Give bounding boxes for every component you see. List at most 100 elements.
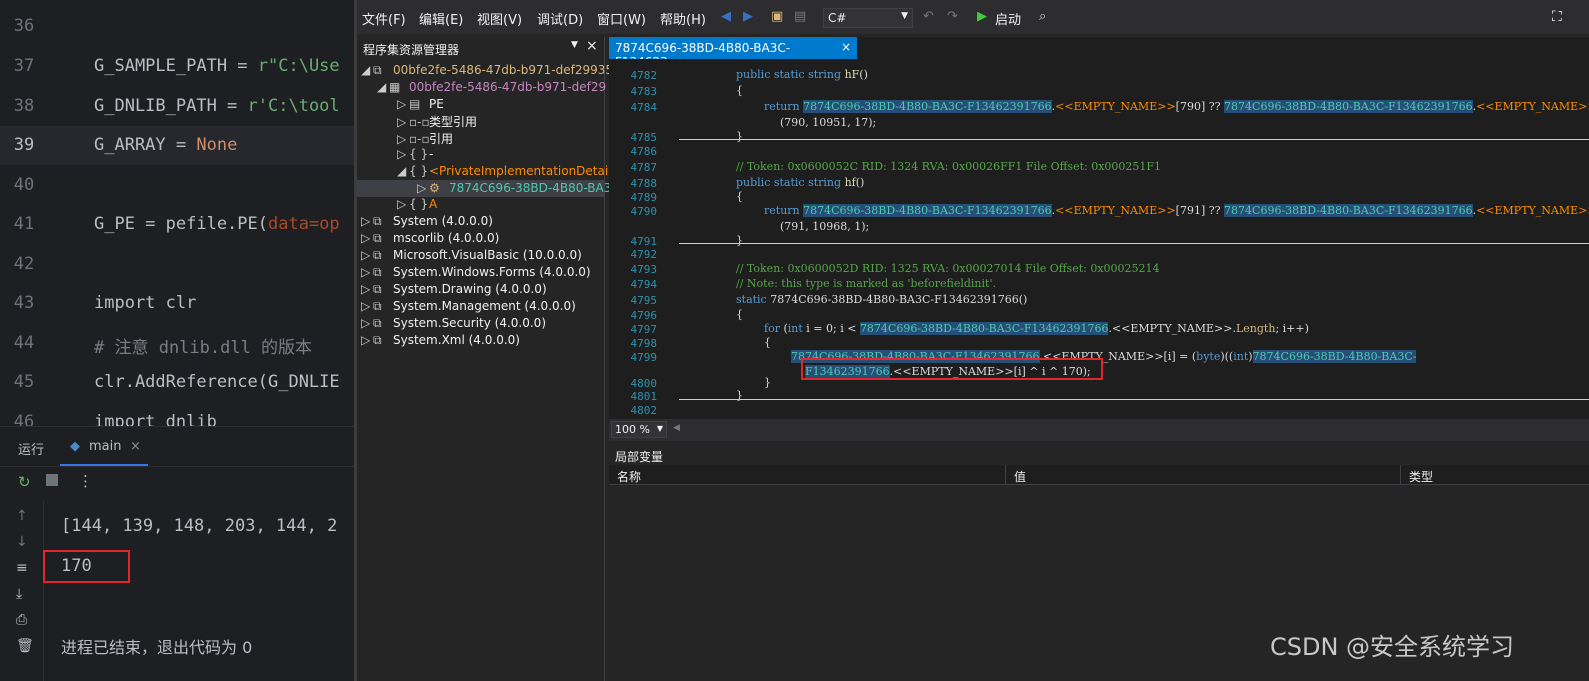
undo-icon[interactable]: ↶ <box>923 9 934 24</box>
tree-node[interactable]: ▷ ⧉ System.Management (4.0.0.0) <box>361 299 576 314</box>
run-config-tab[interactable]: main <box>89 439 121 454</box>
column-type[interactable]: 类型 <box>1409 468 1433 485</box>
line-number: 4801 <box>630 390 658 403</box>
menu-debug[interactable]: 调试(D) <box>537 9 583 28</box>
line-number: 42 <box>13 254 35 274</box>
arrow-up-icon[interactable]: ↑ <box>16 508 28 524</box>
code-line: G_SAMPLE_PATH = r"C:\Use <box>94 56 340 76</box>
code-comment: // Note: this type is marked as 'beforef… <box>736 277 996 290</box>
code-view[interactable]: 4782 public static string hF() 4783 { 47… <box>609 59 1589 419</box>
menu-help[interactable]: 帮助(H) <box>660 9 706 28</box>
document-tab[interactable]: 7874C696-38BD-4B80-BA3C-F134623...× <box>609 37 857 69</box>
column-name[interactable]: 名称 <box>617 468 641 485</box>
run-tab-label[interactable]: 运行 <box>18 439 44 458</box>
namespace-icon: { } <box>409 164 429 178</box>
menu-file[interactable]: 文件(F) <box>362 9 406 28</box>
menu-window[interactable]: 窗口(W) <box>597 9 646 28</box>
line-number: 4799 <box>630 351 658 364</box>
code-comment: // Token: 0x0600052D RID: 1325 RVA: 0x00… <box>736 262 1160 275</box>
start-button[interactable]: 启动 <box>995 9 1021 28</box>
close-icon[interactable]: × <box>130 439 141 454</box>
assembly-icon: ⧉ <box>373 63 382 77</box>
line-number: 4796 <box>630 309 658 322</box>
menu-edit[interactable]: 编辑(E) <box>419 9 463 28</box>
line-number: 39 <box>13 135 35 155</box>
tree-node[interactable]: ▷{ }A <box>397 197 437 211</box>
menu-bar: 文件(F) 编辑(E) 视图(V) 调试(D) 窗口(W) 帮助(H) ◀ ▶ … <box>357 0 1589 34</box>
code-line: return 7874C696-38BD-4B80-BA3C-F13462391… <box>764 204 1589 217</box>
scroll-left-icon[interactable]: ◀ <box>673 423 680 433</box>
save-icon[interactable]: ▤ <box>794 9 806 24</box>
trash-icon[interactable]: 🗑 <box>16 638 34 654</box>
separator <box>679 243 1589 244</box>
highlight-box <box>801 358 1103 380</box>
zoom-bar: 100 % ▼ ◀ <box>609 419 1589 441</box>
tree-node[interactable]: ▷ ⧉ mscorlib (4.0.0.0) <box>361 231 499 246</box>
tree-node[interactable]: ◢ ▦ 00bfe2fe-5486-47db-b971-def29 <box>377 80 606 94</box>
open-folder-icon[interactable]: ▣ <box>771 9 783 24</box>
language-select[interactable]: C# ▼ <box>823 8 913 28</box>
play-icon[interactable]: ▶ <box>977 9 987 24</box>
run-toolbar: ↻ ⋮ <box>0 466 354 500</box>
line-number: 40 <box>13 175 35 195</box>
line-number: 37 <box>13 56 35 76</box>
redo-icon[interactable]: ↷ <box>947 9 958 24</box>
line-number: 4802 <box>630 404 658 417</box>
arrow-down-icon[interactable]: ↓ <box>16 534 28 550</box>
tree-node[interactable]: ▷ ⧉ System.Windows.Forms (4.0.0.0) <box>361 265 591 280</box>
tree-node[interactable]: ▷ ▫-▫引用 <box>397 130 453 147</box>
assembly-icon: ⧉ <box>373 316 382 330</box>
column-divider[interactable] <box>1400 465 1401 485</box>
line-number: 4793 <box>630 263 658 276</box>
python-editor[interactable]: 36 37 38 39 40 41 42 43 44 45 46 G_SAMPL… <box>0 0 354 426</box>
dnspy-window: 文件(F) 编辑(E) 视图(V) 调试(D) 窗口(W) 帮助(H) ◀ ▶ … <box>354 0 1589 681</box>
soft-wrap-icon[interactable]: ≡ <box>16 560 28 576</box>
tree-node[interactable]: ◢ ⧉ 00bfe2fe-5486-47db-b971-def29935 <box>361 63 613 78</box>
dropdown-icon[interactable]: ▼ <box>571 40 578 50</box>
rerun-icon[interactable]: ↻ <box>18 473 31 491</box>
tree-node[interactable]: ▷ ⧉ System.Xml (4.0.0.0) <box>361 333 520 348</box>
tree-node-selected[interactable]: ▷ ⚙ 7874C696-38BD-4B80-BA3 <box>417 181 611 195</box>
console-exit-message: 进程已结束，退出代码为 0 <box>61 638 253 657</box>
chevron-down-icon: ▼ <box>901 11 908 21</box>
more-icon[interactable]: ⋮ <box>78 472 93 490</box>
line-number: 46 <box>13 412 35 426</box>
tree-node[interactable]: ▷{ }- <box>397 147 433 161</box>
tree-node[interactable]: ◢{ }<PrivateImplementationDetail <box>397 164 612 178</box>
panel-title: 程序集资源管理器 <box>363 43 460 57</box>
column-divider[interactable] <box>1005 465 1006 485</box>
menu-view[interactable]: 视图(V) <box>477 9 522 28</box>
tree-node[interactable]: ▷ ⧉ Microsoft.VisualBasic (10.0.0.0) <box>361 248 582 263</box>
separator <box>679 399 1589 400</box>
search-icon[interactable]: ⌕ <box>1039 9 1046 24</box>
assembly-icon: ⧉ <box>373 248 382 262</box>
zoom-select[interactable]: 100 % ▼ <box>611 421 667 438</box>
column-value[interactable]: 值 <box>1014 468 1026 485</box>
capture-icon[interactable]: ⛶ <box>1552 9 1562 25</box>
module-icon: ▦ <box>389 80 401 94</box>
scroll-to-end-icon[interactable]: ⤓ <box>16 586 22 602</box>
close-icon[interactable]: × <box>586 38 598 54</box>
tree-node[interactable]: ▷ ⧉ System.Drawing (4.0.0.0) <box>361 282 547 297</box>
line-number: 4792 <box>630 248 658 261</box>
watermark: CSDN @安全系统学习 <box>1270 633 1515 661</box>
stop-icon[interactable] <box>46 474 58 486</box>
type-ref-icon: ▫-▫ <box>409 115 430 129</box>
tree-node[interactable]: ▷ ▫-▫类型引用 <box>397 113 477 130</box>
code-line: } <box>736 234 743 247</box>
tree-node[interactable]: ▷ ⧉ System.Security (4.0.0.0) <box>361 316 546 331</box>
close-icon[interactable]: × <box>841 40 851 54</box>
tree-node[interactable]: ▷ ⧉ System (4.0.0.0) <box>361 214 493 229</box>
code-line: (790, 10951, 17); <box>780 116 877 129</box>
namespace-icon: { } <box>409 197 429 211</box>
tree-node[interactable]: ▷ ▤ PE <box>397 97 444 111</box>
back-icon[interactable]: ◀ <box>721 9 731 24</box>
forward-icon[interactable]: ▶ <box>743 9 753 24</box>
code-line: } <box>736 389 743 402</box>
assembly-explorer-header: 程序集资源管理器 ▼ × <box>357 37 604 59</box>
code-line: G_ARRAY = None <box>94 135 238 155</box>
print-icon[interactable]: ⎙ <box>16 612 27 628</box>
pycharm-panel: 36 37 38 39 40 41 42 43 44 45 46 G_SAMPL… <box>0 0 354 681</box>
code-line: (791, 10968, 1); <box>780 220 870 233</box>
line-number: 4794 <box>630 278 658 291</box>
